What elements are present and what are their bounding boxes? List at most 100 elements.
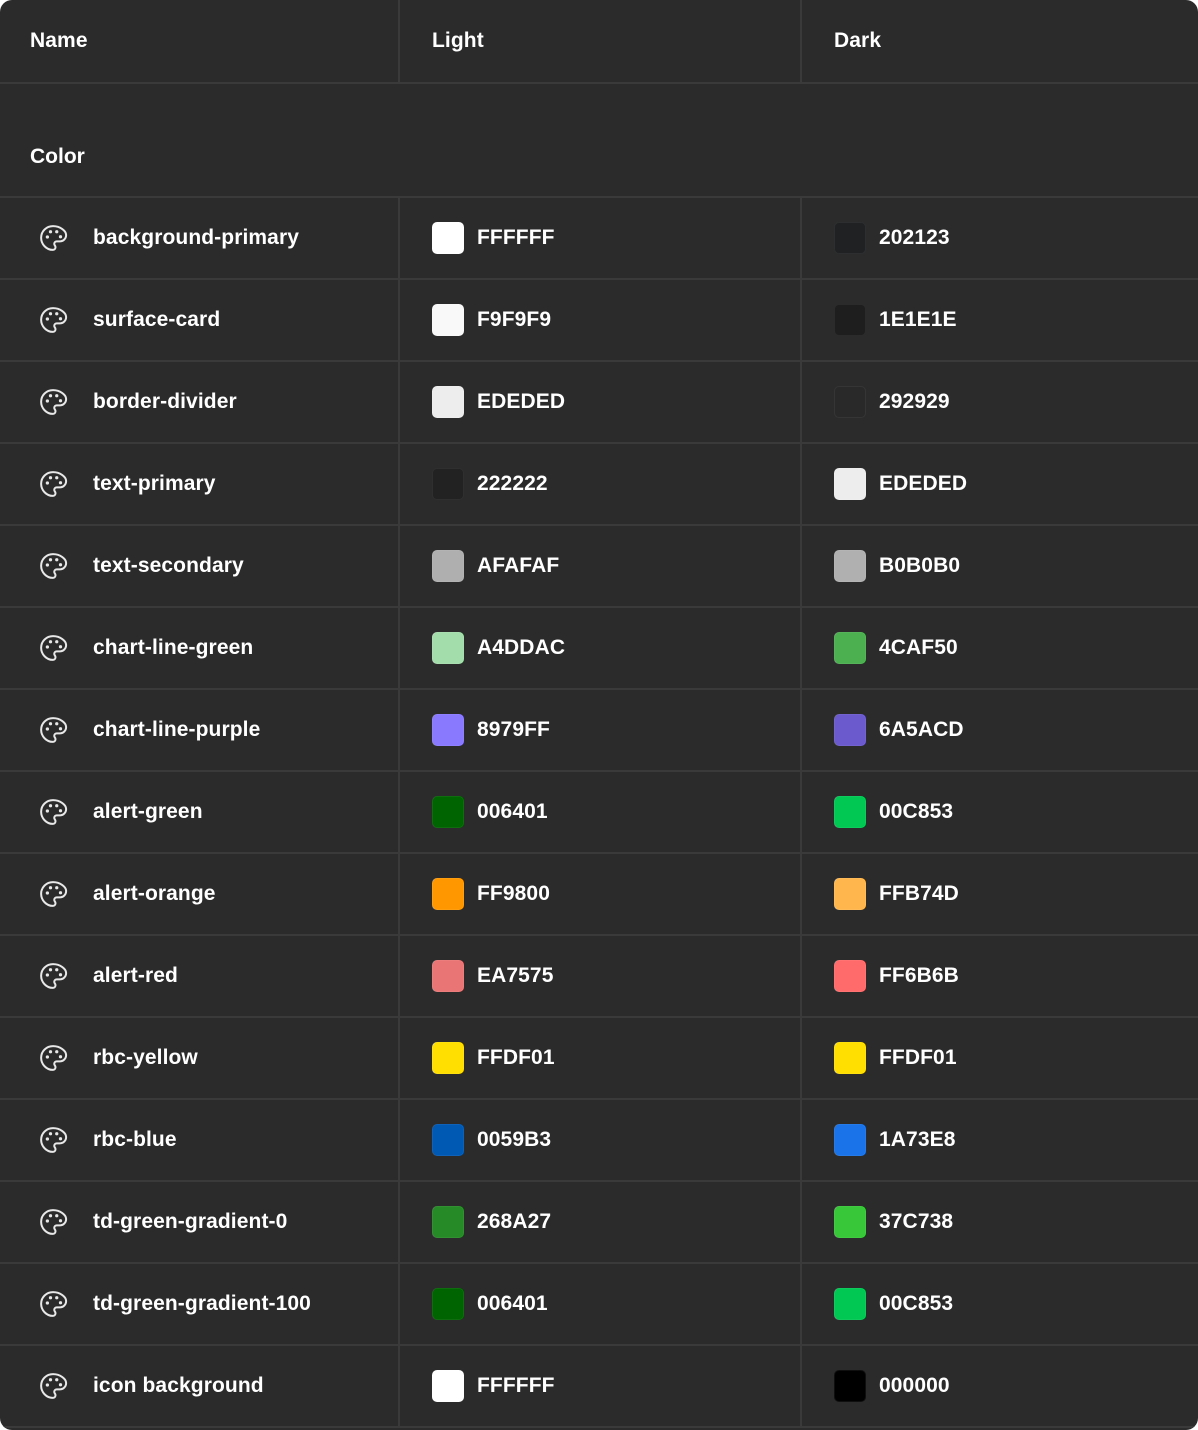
token-name-cell: surface-card — [0, 280, 400, 360]
dark-color-swatch[interactable] — [834, 632, 866, 664]
table-row[interactable]: background-primary FFFFFF 202123 — [0, 198, 1198, 280]
dark-hex-value: 1E1E1E — [879, 308, 957, 331]
dark-color-swatch[interactable] — [834, 468, 866, 500]
token-name-cell: chart-line-purple — [0, 690, 400, 770]
token-name: background-primary — [93, 226, 300, 249]
dark-color-swatch[interactable] — [834, 714, 866, 746]
table-row[interactable]: chart-line-green A4DDAC 4CAF50 — [0, 608, 1198, 690]
dark-color-swatch[interactable] — [834, 1206, 866, 1238]
dark-hex-value: 6A5ACD — [879, 718, 964, 741]
dark-value-cell: 292929 — [802, 362, 1198, 442]
group-row: Color — [0, 84, 1198, 198]
dark-color-swatch[interactable] — [834, 550, 866, 582]
dark-hex-value: 00C853 — [879, 800, 954, 823]
token-name-cell: text-secondary — [0, 526, 400, 606]
table-row[interactable]: alert-red EA7575 FF6B6B — [0, 936, 1198, 1018]
light-hex-value: AFAFAF — [477, 554, 560, 577]
token-name: alert-orange — [93, 882, 216, 905]
light-color-swatch[interactable] — [432, 222, 464, 254]
table-row[interactable]: td-green-gradient-100 006401 00C853 — [0, 1264, 1198, 1346]
light-value-cell: EDEDED — [400, 362, 802, 442]
dark-color-swatch[interactable] — [834, 386, 866, 418]
token-name-cell: background-primary — [0, 198, 400, 278]
dark-value-cell: FF6B6B — [802, 936, 1198, 1016]
light-color-swatch[interactable] — [432, 468, 464, 500]
token-name: border-divider — [93, 390, 237, 413]
table-row[interactable]: chart-line-purple 8979FF 6A5ACD — [0, 690, 1198, 772]
table-row[interactable]: td-green-gradient-0 268A27 37C738 — [0, 1182, 1198, 1264]
table-row[interactable]: rbc-yellow FFDF01 FFDF01 — [0, 1018, 1198, 1100]
light-color-swatch[interactable] — [432, 960, 464, 992]
table-row[interactable]: icon background FFFFFF 000000 — [0, 1346, 1198, 1428]
dark-hex-value: FFB74D — [879, 882, 959, 905]
light-color-swatch[interactable] — [432, 878, 464, 910]
table-header: Name Light Dark — [0, 0, 1198, 84]
light-color-swatch[interactable] — [432, 1124, 464, 1156]
dark-color-swatch[interactable] — [834, 1370, 866, 1402]
column-header-dark[interactable]: Dark — [802, 0, 1198, 82]
table-row[interactable]: border-divider EDEDED 292929 — [0, 362, 1198, 444]
dark-color-swatch[interactable] — [834, 304, 866, 336]
column-header-light[interactable]: Light — [400, 0, 802, 82]
palette-icon — [38, 633, 68, 663]
light-value-cell: FF9800 — [400, 854, 802, 934]
light-color-swatch[interactable] — [432, 796, 464, 828]
palette-icon — [38, 305, 68, 335]
light-value-cell: F9F9F9 — [400, 280, 802, 360]
light-hex-value: 8979FF — [477, 718, 550, 741]
light-color-swatch[interactable] — [432, 632, 464, 664]
light-value-cell: AFAFAF — [400, 526, 802, 606]
token-name-cell: alert-red — [0, 936, 400, 1016]
light-value-cell: FFFFFF — [400, 198, 802, 278]
palette-icon — [38, 551, 68, 581]
dark-value-cell: 6A5ACD — [802, 690, 1198, 770]
dark-value-cell: 202123 — [802, 198, 1198, 278]
table-row[interactable]: alert-orange FF9800 FFB74D — [0, 854, 1198, 936]
palette-icon — [38, 387, 68, 417]
light-hex-value: EDEDED — [477, 390, 566, 413]
dark-value-cell: 00C853 — [802, 1264, 1198, 1344]
table-row[interactable]: text-secondary AFAFAF B0B0B0 — [0, 526, 1198, 608]
column-header-name[interactable]: Name — [0, 0, 400, 82]
dark-color-swatch[interactable] — [834, 796, 866, 828]
dark-hex-value: 000000 — [879, 1374, 950, 1397]
dark-color-swatch[interactable] — [834, 1042, 866, 1074]
light-hex-value: F9F9F9 — [477, 308, 552, 331]
dark-value-cell: EDEDED — [802, 444, 1198, 524]
light-color-swatch[interactable] — [432, 1042, 464, 1074]
light-color-swatch[interactable] — [432, 1288, 464, 1320]
token-name-cell: chart-line-green — [0, 608, 400, 688]
dark-value-cell: FFB74D — [802, 854, 1198, 934]
dark-color-swatch[interactable] — [834, 878, 866, 910]
table-body: background-primary FFFFFF 202123 surface… — [0, 198, 1198, 1428]
table-row[interactable]: text-primary 222222 EDEDED — [0, 444, 1198, 526]
dark-hex-value: 1A73E8 — [879, 1128, 956, 1151]
light-color-swatch[interactable] — [432, 550, 464, 582]
table-row[interactable]: alert-green 006401 00C853 — [0, 772, 1198, 854]
token-name-cell: text-primary — [0, 444, 400, 524]
light-value-cell: 222222 — [400, 444, 802, 524]
token-name: icon background — [93, 1374, 264, 1397]
palette-icon — [38, 797, 68, 827]
token-name-cell: alert-orange — [0, 854, 400, 934]
token-name-cell: icon background — [0, 1346, 400, 1426]
light-color-swatch[interactable] — [432, 386, 464, 418]
light-value-cell: 006401 — [400, 772, 802, 852]
table-row[interactable]: rbc-blue 0059B3 1A73E8 — [0, 1100, 1198, 1182]
dark-value-cell: 37C738 — [802, 1182, 1198, 1262]
light-color-swatch[interactable] — [432, 1370, 464, 1402]
palette-icon — [38, 1043, 68, 1073]
light-hex-value: FFFFFF — [477, 226, 555, 249]
dark-color-swatch[interactable] — [834, 1288, 866, 1320]
dark-color-swatch[interactable] — [834, 222, 866, 254]
light-hex-value: 0059B3 — [477, 1128, 552, 1151]
dark-value-cell: 1E1E1E — [802, 280, 1198, 360]
dark-color-swatch[interactable] — [834, 960, 866, 992]
token-name-cell: rbc-yellow — [0, 1018, 400, 1098]
light-color-swatch[interactable] — [432, 714, 464, 746]
light-color-swatch[interactable] — [432, 304, 464, 336]
dark-color-swatch[interactable] — [834, 1124, 866, 1156]
table-row[interactable]: surface-card F9F9F9 1E1E1E — [0, 280, 1198, 362]
palette-icon — [38, 1207, 68, 1237]
light-color-swatch[interactable] — [432, 1206, 464, 1238]
